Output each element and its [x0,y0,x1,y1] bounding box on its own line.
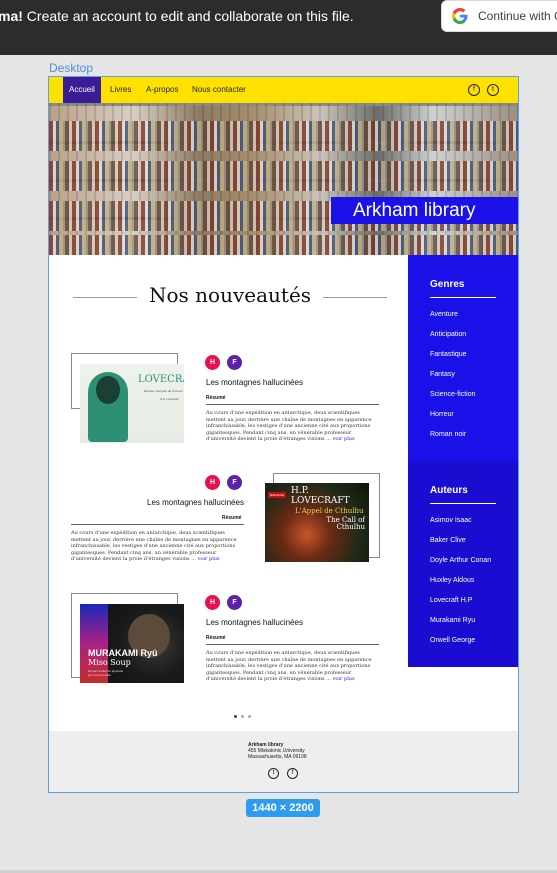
book-title[interactable]: Les montagnes hallucinées [206,618,303,627]
genres-panel: Genres Aventure Anticipation Fantastique… [408,255,518,461]
book-cover-lovecraft[interactable]: LOVECRAFT Épopée marquée de l'horreur H.… [80,364,184,443]
genre-anticipation[interactable]: Anticipation [430,331,466,338]
book-title[interactable]: Les montagnes hallucinées [206,378,303,387]
auteur-doyle[interactable]: Doyle Arthur Conan [430,557,491,564]
auteur-orwell[interactable]: Orwell George [430,637,475,644]
desktop-frame[interactable]: Accueil Livres A-propos Nous contacter f… [48,76,519,793]
nav-item-accueil[interactable]: Accueil [63,77,101,103]
nav-bar: Accueil Livres A-propos Nous contacter f… [49,77,518,103]
cover-author: MURAKAMI Ryû [88,648,158,658]
resume-label: Résumé [206,635,226,641]
resume-divider [71,524,244,525]
genres-divider [430,297,496,298]
genres-title: Genres [430,279,465,290]
genre-horreur[interactable]: Horreur [430,411,454,418]
facebook-icon[interactable]: f [468,84,480,96]
bookshelf-row [49,161,518,191]
hero-banner: Arkham library [49,103,518,255]
avatar-f: F [227,595,242,610]
auteur-lovecraft[interactable]: Lovecraft H.P [430,597,472,604]
cover-title: LOVECRAFT [138,374,184,385]
twitter-icon[interactable]: t [268,768,279,779]
book-cover-cthulhu[interactable]: BILINGUE H.P. LOVECRAFT L'Appel de Cthul… [265,483,369,562]
avatar-f: F [227,475,242,490]
resume-text: Au cours d'une expédition en antarctique… [206,650,372,682]
auteur-asimov[interactable]: Asimov Isaac [430,517,472,524]
avatar-h: H [205,595,220,610]
auteur-huxley[interactable]: Huxley Aldous [430,577,474,584]
title-divider-left [73,297,137,298]
footer: Arkham library 455 Miskatonic University… [49,731,518,792]
resume-divider [206,404,379,405]
auteurs-divider [430,503,496,504]
cover-author: H.P. Lovecraft [160,397,179,401]
nav-item-contact[interactable]: Nous contacter [192,77,246,103]
title-divider-right [323,297,387,298]
voir-plus-link[interactable]: voir plus [198,556,220,562]
auteur-baker[interactable]: Baker Clive [430,537,466,544]
cover-subtitle: Épopée marquée de l'horreur [144,389,183,393]
cover-title-fr: L'Appel de Cthulhu [295,507,364,515]
genre-aventure[interactable]: Aventure [430,311,458,318]
portrait-face [96,376,120,404]
section-title: Nos nouveautés [149,283,312,307]
avatar-h: H [205,355,220,370]
voir-plus-link[interactable]: voir plus [333,676,355,682]
frame-label[interactable]: Desktop [49,61,93,75]
bookshelf-row [49,121,518,151]
nav-item-a-propos[interactable]: A-propos [146,77,178,103]
genre-fantasy[interactable]: Fantasy [430,371,455,378]
carousel-dots[interactable] [234,715,251,718]
voir-plus-link[interactable]: voir plus [333,436,355,442]
carousel-dot[interactable] [248,715,251,718]
google-icon [452,8,468,24]
bookshelf-row [49,235,518,255]
signup-banner: ma! Create an account to edit and collab… [0,0,557,55]
cover-author: H.P. LOVECRAFT [291,486,350,506]
cover-title-en: The Call of Cthulhu [326,516,365,531]
google-button-label: Continue with G [478,9,557,23]
continue-with-google-button[interactable]: Continue with G [441,0,557,32]
hero-title: Arkham library [331,197,518,224]
frame-size-badge: 1440 × 2200 [246,799,320,817]
auteurs-title: Auteurs [430,485,468,496]
resume-label: Résumé [206,395,226,401]
carousel-dot[interactable] [241,715,244,718]
cover-badge: BILINGUE [268,492,287,498]
book-title[interactable]: Les montagnes hallucinées [147,498,244,507]
resume-text: Au cours d'une expédition en antarctique… [71,530,237,562]
cover-credit: Roman traduit du japonais par Corinne At… [88,669,124,677]
twitter-icon[interactable]: t [487,84,499,96]
banner-message: ma! Create an account to edit and collab… [0,8,354,24]
resume-label: Résumé [222,515,242,521]
avatar-f: F [227,355,242,370]
resume-text: Au cours d'une expédition en antarctique… [206,410,372,442]
resume-divider [206,644,379,645]
nav-item-livres[interactable]: Livres [110,77,131,103]
book-cover-murakami[interactable]: MURAKAMI Ryû Miso Soup Roman traduit du … [80,604,184,683]
facebook-icon[interactable]: f [287,768,298,779]
cover-title: Miso Soup [88,658,131,667]
genre-fantastique[interactable]: Fantastique [430,351,467,358]
footer-address-line2: Massachusetts, MA 09108 [248,754,307,760]
genre-roman-noir[interactable]: Roman noir [430,431,466,438]
genre-science-fiction[interactable]: Science-fiction [430,391,476,398]
auteur-murakami[interactable]: Murakami Ryu [430,617,475,624]
carousel-dot[interactable] [234,715,237,718]
auteurs-panel: Auteurs Asimov Isaac Baker Clive Doyle A… [408,461,518,667]
avatar-h: H [205,475,220,490]
